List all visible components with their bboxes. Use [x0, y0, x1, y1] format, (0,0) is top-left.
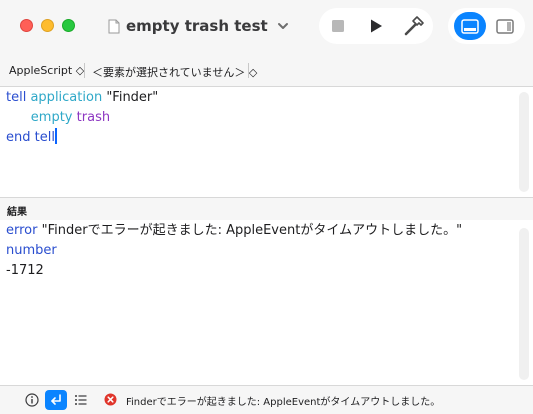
result-header: 結果	[0, 197, 533, 221]
editor-scrollbar[interactable]	[519, 92, 529, 192]
description-button[interactable]	[21, 390, 43, 410]
sidebar-icon	[496, 18, 514, 34]
title-bar: empty trash test	[0, 0, 533, 56]
play-icon	[371, 19, 382, 33]
bottom-bar: Finderでエラーが起きました: AppleEventがタイムアウトしました。	[0, 385, 533, 414]
status-message: Finderでエラーが起きました: AppleEventがタイムアウトしました。	[126, 397, 441, 408]
show-sidebar-button[interactable]	[491, 12, 519, 40]
document-title-text: empty trash test	[126, 17, 268, 35]
hammer-icon	[404, 16, 424, 36]
code-token: tell	[34, 130, 55, 145]
code-line: tell application "Finder"	[6, 88, 158, 108]
code-token: tell	[6, 90, 27, 105]
run-button[interactable]	[361, 11, 391, 41]
document-title[interactable]: empty trash test	[108, 14, 290, 38]
code-token: "Finder"	[102, 90, 159, 105]
navigation-bar: AppleScript ◇ ＜要素が選択されていません＞ ◇	[0, 56, 533, 87]
error-message: "Finderでエラーが起きました: AppleEventがタイムアウトしました…	[37, 223, 463, 238]
code-token: trash	[76, 110, 111, 125]
script-editor[interactable]: tell application "Finder" empty trash en…	[0, 87, 533, 196]
compile-button[interactable]	[399, 11, 429, 41]
view-toggle	[448, 8, 525, 44]
show-result-view-button[interactable]	[454, 12, 486, 40]
code-token: end	[6, 130, 31, 145]
language-popup[interactable]: AppleScript ◇	[9, 64, 84, 77]
divider	[248, 63, 249, 78]
document-icon	[108, 19, 120, 33]
close-window-button[interactable]	[20, 19, 33, 32]
return-arrow-icon	[51, 394, 61, 405]
code-token: empty	[30, 110, 73, 125]
chevron-down-icon[interactable]	[276, 19, 290, 33]
code-line: empty trash	[6, 108, 110, 128]
element-popup[interactable]: ＜要素が選択されていません＞ ◇	[92, 64, 257, 80]
error-keyword: error	[6, 223, 38, 238]
minimize-window-button[interactable]	[41, 19, 54, 32]
number-keyword: number	[6, 243, 57, 258]
result-label: 結果	[7, 207, 27, 218]
error-icon	[104, 393, 117, 406]
text-caret	[54, 128, 57, 144]
code-token: application	[30, 90, 103, 105]
divider	[84, 63, 85, 78]
list-icon	[75, 395, 87, 405]
code-line: end tell	[6, 128, 57, 148]
stop-icon	[332, 20, 344, 32]
log-button[interactable]	[70, 390, 92, 410]
error-number: -1712	[6, 263, 44, 278]
result-view[interactable]: error "Finderでエラーが起きました: AppleEventがタイムア…	[0, 220, 533, 385]
result-text: error "Finderでエラーが起きました: AppleEventがタイムア…	[6, 221, 511, 281]
bottom-panel-icon	[461, 18, 479, 34]
result-scrollbar[interactable]	[519, 228, 529, 380]
result-button[interactable]	[45, 390, 67, 410]
script-controls	[319, 8, 433, 44]
info-icon	[25, 393, 39, 407]
zoom-window-button[interactable]	[62, 19, 75, 32]
stop-button[interactable]	[323, 11, 353, 41]
